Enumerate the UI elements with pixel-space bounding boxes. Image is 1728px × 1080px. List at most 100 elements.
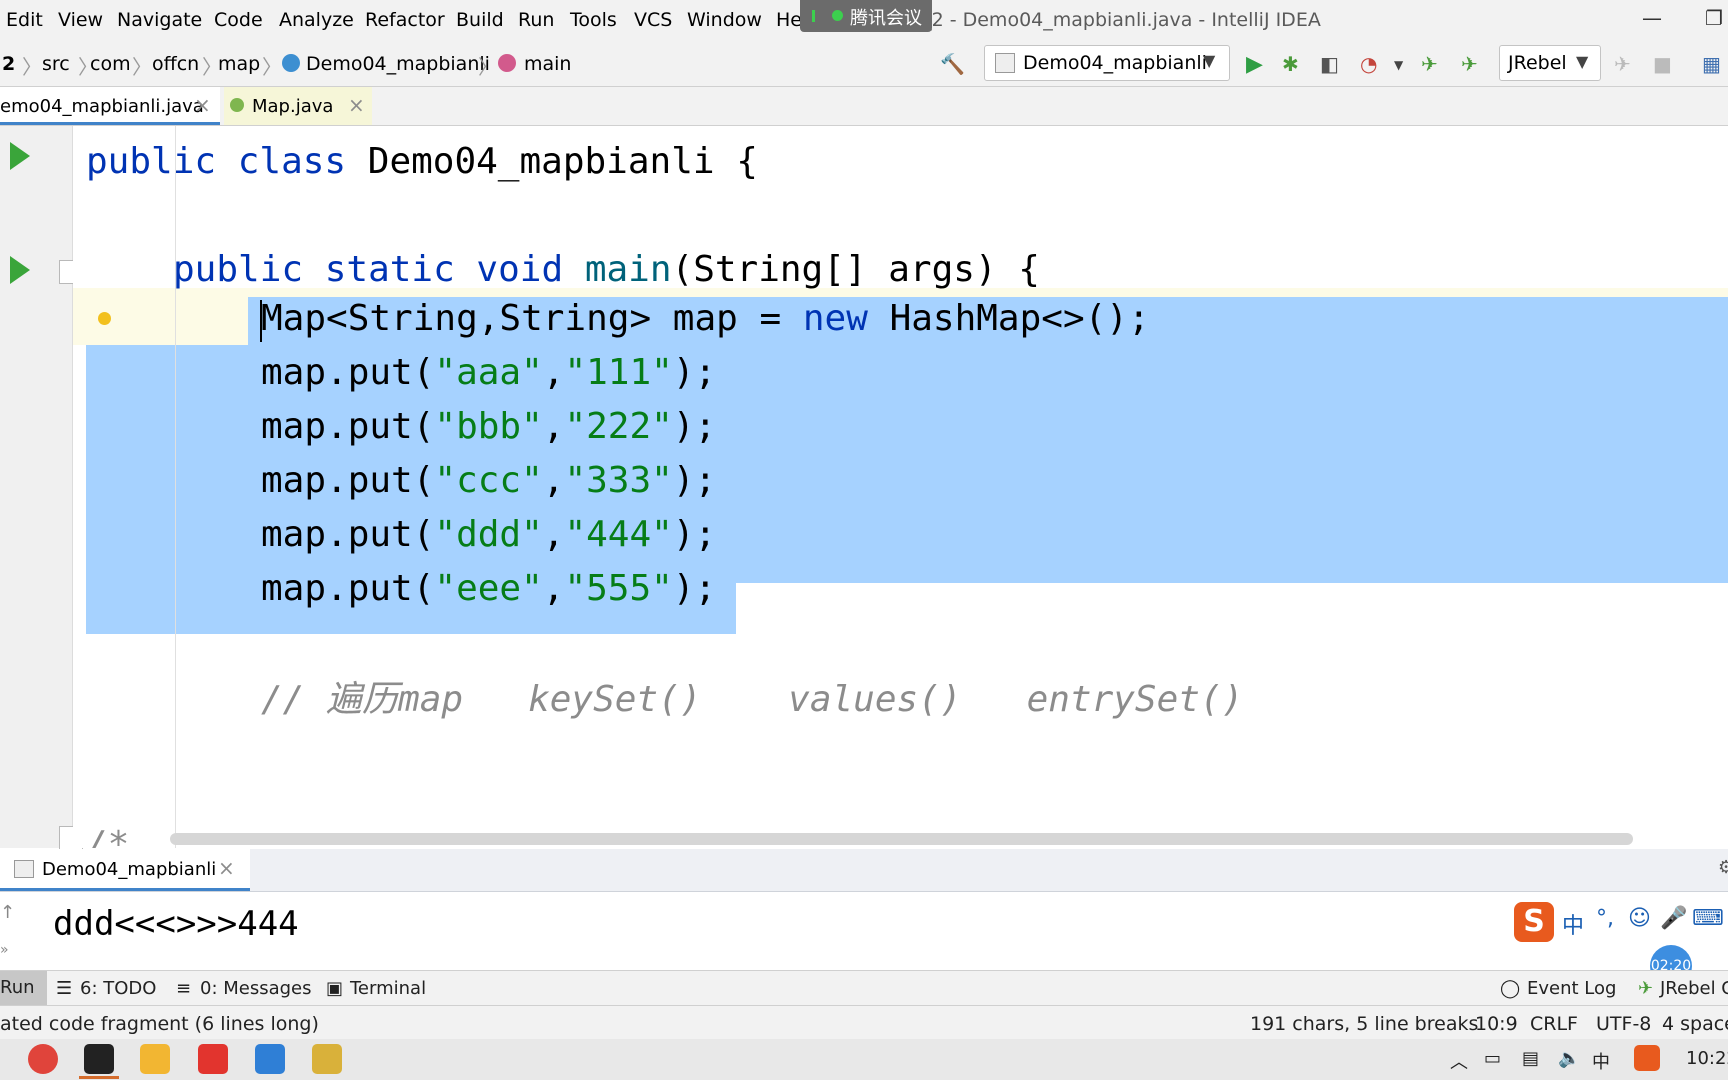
jrebel-label: JRebel	[1508, 52, 1567, 74]
app-icon[interactable]	[312, 1044, 342, 1074]
stop-icon: ■	[1653, 52, 1672, 76]
debug-icon[interactable]: ✱	[1282, 52, 1299, 76]
breadcrumb-project[interactable]: 2	[2, 53, 15, 75]
sogou-tray-icon[interactable]	[1634, 1045, 1660, 1071]
microphone-icon[interactable]: 🎤	[1660, 906, 1687, 931]
punctuation-icon[interactable]: °,	[1596, 906, 1614, 931]
expand-icon[interactable]: »	[0, 942, 9, 958]
code-comment-start: /*	[86, 824, 130, 848]
menu-window[interactable]: Window	[687, 9, 762, 31]
menu-build[interactable]: Build	[456, 9, 504, 31]
code-line-1: public class Demo04_mapbianli {	[86, 141, 758, 182]
menu-code[interactable]: Code	[214, 9, 263, 31]
coverage-icon[interactable]: ◧	[1320, 52, 1339, 76]
emoji-icon[interactable]: ☺	[1628, 906, 1651, 931]
chrome-icon[interactable]	[28, 1044, 58, 1074]
messages-tool-button[interactable]: 0: Messages	[200, 978, 312, 999]
chevron-right-icon: 〉	[478, 55, 498, 79]
menu-view[interactable]: View	[58, 9, 103, 31]
selection-info: 191 chars, 5 line breaks	[1250, 1013, 1479, 1035]
tab-map-java[interactable]: Map.java ×	[224, 87, 372, 125]
jrebel-select[interactable]: JRebel ▼	[1499, 45, 1601, 81]
clock[interactable]: 10:22	[1686, 1048, 1728, 1069]
ime-toolbar[interactable]: S 中 °, ☺ 🎤 ⌨	[1510, 902, 1728, 944]
breadcrumb-map[interactable]: map	[218, 53, 260, 75]
breadcrumb-src[interactable]: src	[42, 53, 70, 75]
breadcrumb-class[interactable]: Demo04_mapbianli	[306, 53, 490, 75]
jrebel-console-button[interactable]: JRebel Co	[1660, 978, 1728, 999]
event-log-icon: ◯	[1500, 978, 1521, 999]
scroll-up-icon[interactable]: ↑	[0, 902, 15, 923]
settings-icon[interactable]: ⚙	[1718, 857, 1728, 878]
menu-edit[interactable]: Edit	[6, 9, 43, 31]
console-output: ddd<<<>>>444	[53, 904, 299, 944]
run-tab-label: Demo04_mapbianli	[42, 859, 217, 880]
run-icon[interactable]: ▶	[1246, 52, 1263, 77]
run-class-icon[interactable]	[10, 142, 30, 170]
code-line-7: map.put("ddd","444");	[261, 514, 717, 555]
terminal-icon: ▣	[326, 978, 344, 999]
menu-vcs[interactable]: VCS	[634, 9, 672, 31]
keyboard-icon[interactable]: ⌨	[1692, 906, 1724, 931]
ime-tray[interactable]: 中	[1592, 1048, 1610, 1074]
project-structure-icon[interactable]: ▦	[1702, 52, 1721, 76]
volume-icon[interactable]: 🔈	[1558, 1048, 1580, 1069]
breadcrumb-offcn[interactable]: offcn	[152, 53, 199, 75]
photos-icon[interactable]	[255, 1044, 285, 1074]
ime-mode[interactable]: 中	[1562, 908, 1584, 940]
breadcrumb-method[interactable]: main	[524, 53, 571, 75]
todo-tool-button[interactable]: 6: TODO	[80, 978, 156, 999]
event-log-button[interactable]: Event Log	[1527, 978, 1616, 999]
code-editor[interactable]: public class Demo04_mapbianli { public s…	[73, 126, 1728, 848]
window-title: 2_2 - Demo04_mapbianli.java - IntelliJ I…	[910, 9, 1321, 31]
profile-dropdown-icon[interactable]: ▼	[1394, 58, 1403, 72]
file-encoding[interactable]: UTF-8	[1596, 1013, 1651, 1035]
profile-icon[interactable]: ◔	[1360, 52, 1377, 76]
close-icon[interactable]: ×	[194, 93, 211, 117]
jrebel-run-icon[interactable]: ✈	[1421, 52, 1438, 76]
minimize-icon[interactable]: —	[1642, 6, 1662, 30]
menu-navigate[interactable]: Navigate	[117, 9, 202, 31]
caret-position[interactable]: 10:9	[1475, 1013, 1518, 1035]
horizontal-scrollbar[interactable]	[170, 833, 1633, 845]
menu-tools[interactable]: Tools	[570, 9, 617, 31]
code-line-6: map.put("ccc","333");	[261, 460, 717, 501]
close-icon[interactable]: ×	[218, 856, 235, 880]
status-dot-icon	[832, 10, 843, 21]
run-tool-button[interactable]: Run	[0, 971, 47, 1005]
status-bar: ated code fragment (6 lines long) 191 ch…	[0, 1005, 1728, 1040]
editor-tabs: emo04_mapbianli.java × Map.java ×	[0, 87, 1728, 126]
breadcrumb-com[interactable]: com	[90, 53, 131, 75]
restore-icon[interactable]: ❐	[1705, 6, 1723, 30]
run-configuration-select[interactable]: Demo04_mapbianli ▼	[984, 45, 1230, 81]
lightbulb-icon[interactable]	[98, 312, 111, 325]
network-icon[interactable]: ▤	[1522, 1048, 1539, 1069]
intellij-icon[interactable]	[84, 1044, 114, 1074]
menu-refactor[interactable]: Refactor	[365, 9, 445, 31]
wps-icon[interactable]	[198, 1044, 228, 1074]
build-hammer-icon[interactable]: 🔨	[940, 52, 965, 76]
run-panel-header: Demo04_mapbianli × ⚙	[0, 849, 1728, 892]
run-tab[interactable]: Demo04_mapbianli ×	[0, 849, 250, 891]
config-icon	[995, 53, 1015, 73]
windows-taskbar: ︿ ▭ ▤ 🔈 中 10:22	[0, 1039, 1728, 1080]
terminal-tool-button[interactable]: Terminal	[350, 978, 426, 999]
battery-icon[interactable]: ▭	[1484, 1048, 1501, 1069]
run-output[interactable]: ↑ » ddd<<<>>>444 S 中 °, ☺ 🎤 ⌨ 02:20	[0, 892, 1728, 987]
tray-up-icon[interactable]: ︿	[1450, 1048, 1468, 1074]
dropdown-arrow-icon: ▼	[1203, 51, 1216, 70]
indent-setting[interactable]: 4 space	[1662, 1013, 1728, 1035]
class-icon	[282, 54, 300, 72]
line-separator[interactable]: CRLF	[1530, 1013, 1578, 1035]
menu-bar: Edit View Navigate Code Analyze Refactor…	[0, 0, 1728, 40]
file-explorer-icon[interactable]	[140, 1044, 170, 1074]
meeting-label: 腾讯会议	[850, 8, 922, 29]
jrebel-debug-icon[interactable]: ✈	[1461, 52, 1478, 76]
close-icon[interactable]: ×	[348, 93, 365, 117]
tab-demo04[interactable]: emo04_mapbianli.java ×	[0, 87, 220, 125]
meeting-overlay[interactable]: 腾讯会议	[800, 0, 932, 32]
dropdown-arrow-icon: ▼	[1576, 52, 1589, 71]
run-main-icon[interactable]	[10, 256, 30, 284]
menu-run[interactable]: Run	[518, 9, 554, 31]
menu-analyze[interactable]: Analyze	[279, 9, 354, 31]
